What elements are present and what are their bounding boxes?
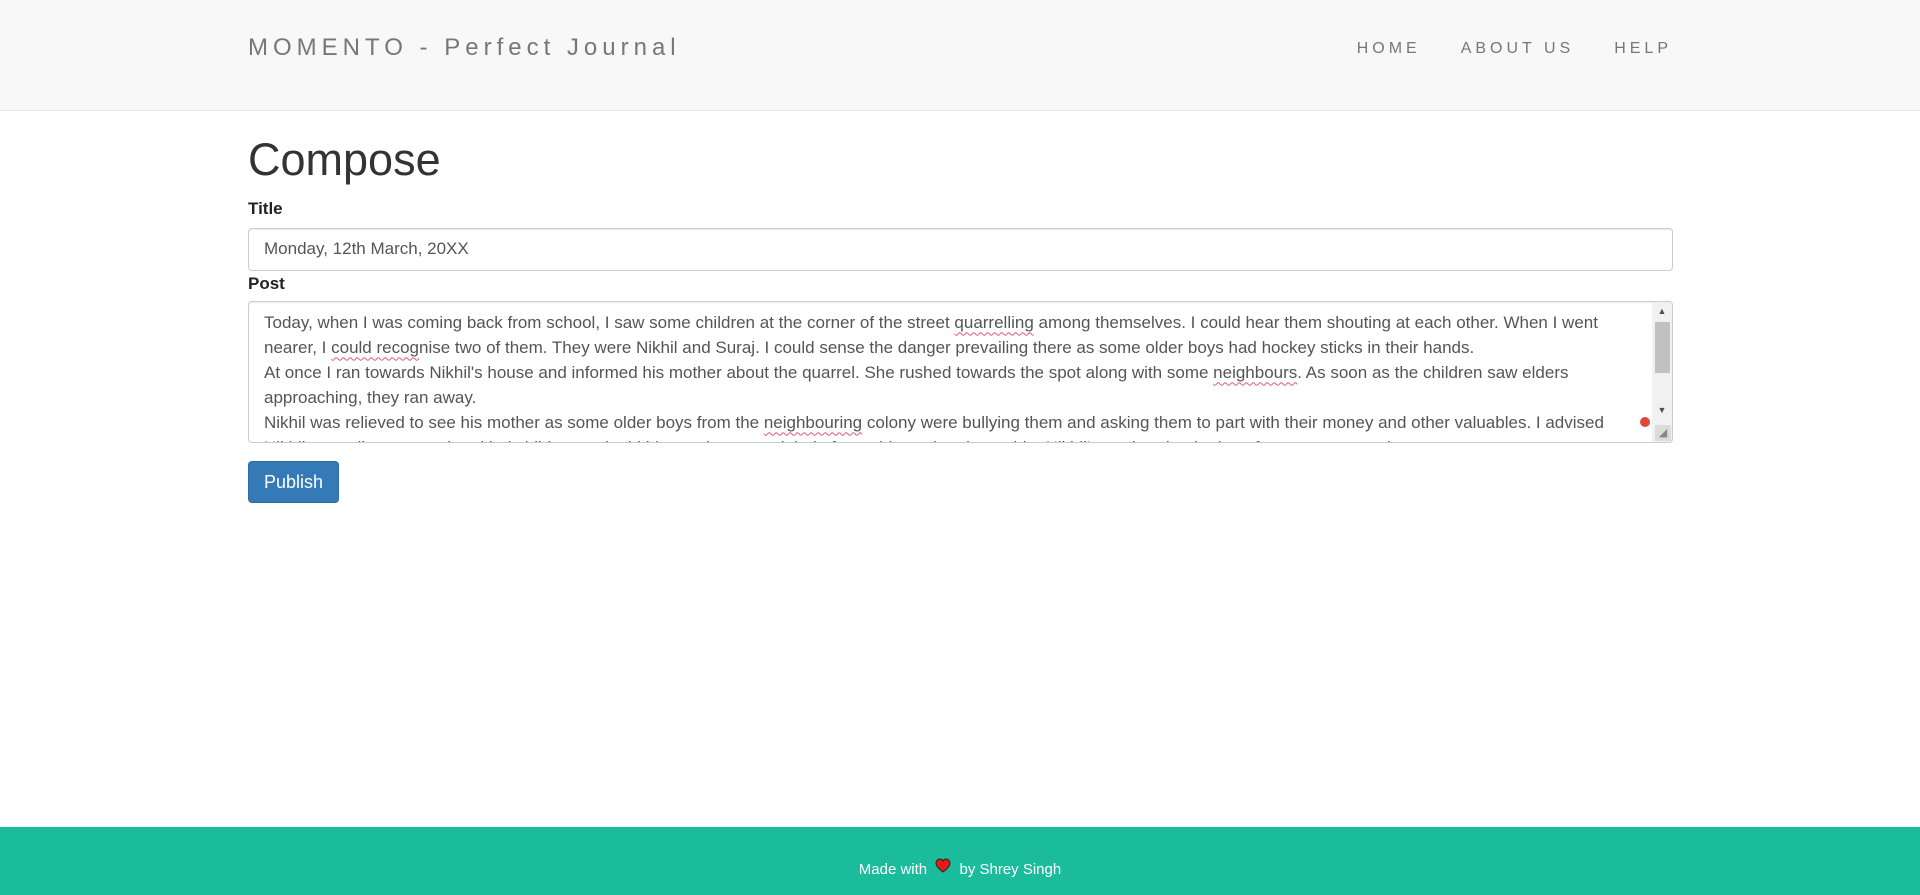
nav-link-about-us[interactable]: ABOUT US — [1461, 40, 1575, 58]
footer-text-author: by Shrey Singh — [959, 861, 1062, 878]
footer: Made with by Shrey Singh — [0, 827, 1920, 895]
publish-button[interactable]: Publish — [248, 460, 340, 503]
page-title: Compose — [248, 134, 441, 185]
misspelled-word: could recog — [331, 337, 419, 357]
nav-links: HOME ABOUT US HELP — [1317, 40, 1672, 58]
misspelled-word: neighbouring — [763, 412, 863, 432]
scroll-down-arrow-icon[interactable]: ▼ — [1652, 402, 1672, 418]
scroll-up-arrow-icon[interactable]: ▲ — [1652, 303, 1672, 319]
resize-handle-icon[interactable]: ◢ — [1655, 424, 1671, 441]
nav-link-help[interactable]: HELP — [1614, 40, 1672, 58]
post-text-span: Today, when I was coming back from schoo… — [264, 312, 955, 332]
post-textarea[interactable]: Today, when I was coming back from schoo… — [248, 300, 1673, 443]
title-label: Title — [248, 198, 283, 218]
post-text-span: At once I ran towards Nikhil's house and… — [264, 362, 1214, 382]
title-input[interactable] — [248, 227, 1673, 271]
post-paragraph: Today, when I was coming back from schoo… — [264, 310, 1628, 360]
post-text-content[interactable]: Today, when I was coming back from schoo… — [264, 310, 1628, 442]
navbar: MOMENTO - Perfect Journal HOME ABOUT US … — [0, 0, 1920, 111]
grammar-check-icon[interactable] — [1640, 416, 1650, 427]
heart-icon — [935, 857, 951, 880]
misspelled-word: neighbours — [1213, 362, 1298, 382]
footer-text-made-with: Made with — [858, 861, 928, 878]
nav-link-home[interactable]: HOME — [1357, 40, 1421, 58]
textarea-scrollbar[interactable]: ▲ ▼ — [1652, 301, 1672, 442]
brand-logo[interactable]: MOMENTO - Perfect Journal — [248, 34, 681, 62]
scroll-thumb[interactable] — [1655, 321, 1670, 373]
misspelled-word: quarrelling — [954, 312, 1034, 332]
post-label: Post — [248, 273, 285, 293]
post-paragraph: Nikhil was relieved to see his mother as… — [264, 410, 1628, 442]
post-text-span: Nikhil was relieved to see his mother as… — [264, 412, 764, 432]
compose-container: Compose Title Post Today, when I was com… — [248, 111, 1673, 503]
post-text-span: nise two of them. They were Nikhil and S… — [419, 337, 1475, 357]
post-paragraph: At once I ran towards Nikhil's house and… — [264, 360, 1628, 410]
